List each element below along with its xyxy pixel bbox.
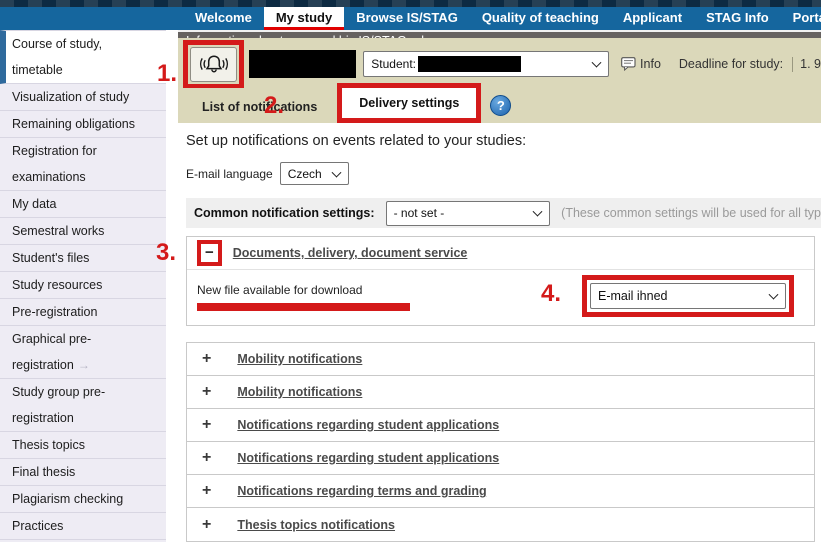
annotation-label-1: 1. xyxy=(157,60,177,88)
nav-item-applicant[interactable]: Applicant xyxy=(611,7,694,30)
info-label: Info xyxy=(640,57,661,71)
sidebar-item-study-group-pre-registration[interactable]: Study group pre-registration xyxy=(0,379,166,432)
chevron-down-icon xyxy=(533,207,543,217)
sidebar: Course of study, timetable Visualization… xyxy=(0,30,178,542)
list-item: + Notifications regarding student applic… xyxy=(187,409,814,442)
sidebar-item-registration-examinations[interactable]: Registration for examinations xyxy=(0,138,166,191)
list-item: + Notifications regarding terms and grad… xyxy=(187,475,814,508)
annotation-box-2: Delivery settings xyxy=(337,83,481,123)
expand-button[interactable]: + xyxy=(202,516,211,534)
redacted-student-id xyxy=(418,56,521,72)
section-link-documents[interactable]: Documents, delivery, document service xyxy=(233,246,468,260)
section-header: − Documents, delivery, document service xyxy=(187,237,814,270)
annotation-box-3: − xyxy=(197,240,222,266)
deadline-for-study: Deadline for study: 1. 9 xyxy=(679,57,821,72)
annotation-label-4: 4. xyxy=(541,280,561,308)
email-language-value: Czech xyxy=(288,167,322,181)
collapsed-sections-list: + Mobility notifications + Mobility noti… xyxy=(186,342,815,542)
collapse-button[interactable]: − xyxy=(205,244,214,262)
common-settings-label: Common notification settings: xyxy=(194,206,375,220)
common-settings-bar: Common notification settings: - not set … xyxy=(186,198,821,228)
deadline-value: 1. 9 xyxy=(800,57,821,71)
deadline-label: Deadline for study: xyxy=(679,57,783,71)
sidebar-item-graphical-pre-registration[interactable]: Graphical pre-registration→ xyxy=(0,326,166,379)
help-icon[interactable]: ? xyxy=(490,95,511,116)
sidebar-item-pre-registration[interactable]: Pre-registration xyxy=(0,299,166,326)
expand-button[interactable]: + xyxy=(202,449,211,467)
divider xyxy=(792,57,793,72)
speech-bubble-icon xyxy=(621,57,636,71)
expand-button[interactable]: + xyxy=(202,350,211,368)
section-link-mobility-2[interactable]: Mobility notifications xyxy=(237,385,362,399)
student-role-select[interactable]: Student: xyxy=(363,51,609,77)
delivery-settings-panel: Set up notifications on events related t… xyxy=(178,123,821,542)
list-item: + Mobility notifications xyxy=(187,376,814,409)
expand-button[interactable]: + xyxy=(202,416,211,434)
sidebar-item-students-files[interactable]: Student's files xyxy=(0,245,166,272)
common-settings-value: - not set - xyxy=(394,206,445,220)
section-documents-delivery: − Documents, delivery, document service … xyxy=(186,236,815,326)
sidebar-item-visualization[interactable]: Visualization of study xyxy=(0,84,166,111)
annotation-underline xyxy=(197,303,410,311)
email-language-row: E-mail language Czech xyxy=(186,162,821,185)
annotation-label-3: 3. xyxy=(156,239,176,267)
tab-delivery-settings[interactable]: Delivery settings xyxy=(342,88,476,118)
chevron-down-icon xyxy=(769,290,779,300)
email-language-select[interactable]: Czech xyxy=(280,162,349,185)
sidebar-item-thesis-topics[interactable]: Thesis topics xyxy=(0,432,166,459)
expand-button[interactable]: + xyxy=(202,482,211,500)
email-language-label: E-mail language xyxy=(186,167,273,181)
sidebar-item-course-of-study[interactable]: Course of study, timetable xyxy=(0,30,166,84)
nav-item-quality-of-teaching[interactable]: Quality of teaching xyxy=(470,7,611,30)
sidebar-item-my-data[interactable]: My data xyxy=(0,191,166,218)
sidebar-item-study-resources[interactable]: Study resources xyxy=(0,272,166,299)
notification-setting-row: New file available for download E-mail i… xyxy=(187,270,814,325)
top-nav: Welcome My study Browse IS/STAG Quality … xyxy=(0,7,821,30)
student-select-label: Student: xyxy=(371,57,416,71)
section-link-student-applications-2[interactable]: Notifications regarding student applicat… xyxy=(237,451,499,465)
notifications-bell-button[interactable] xyxy=(190,47,237,82)
panel-intro-text: Set up notifications on events related t… xyxy=(186,133,821,149)
bell-icon xyxy=(198,51,230,77)
setting-label-new-file: New file available for download xyxy=(197,283,362,297)
portal-page: Welcome My study Browse IS/STAG Quality … xyxy=(0,0,821,542)
annotation-box-1 xyxy=(183,40,244,89)
delivery-method-select[interactable]: E-mail ihned xyxy=(590,283,786,309)
delivery-method-value: E-mail ihned xyxy=(598,289,667,303)
annotation-box-4: E-mail ihned xyxy=(582,275,794,317)
nav-item-my-study[interactable]: My study xyxy=(264,7,344,30)
nav-item-portal-up[interactable]: Portal UP xyxy=(781,7,821,30)
sidebar-item-practices[interactable]: Practices xyxy=(0,513,166,540)
user-controls-row: Student: Info Deadli xyxy=(178,38,821,88)
sidebar-item-plagiarism-checking[interactable]: Plagiarism checking xyxy=(0,486,166,513)
list-item: + Notifications regarding student applic… xyxy=(187,442,814,475)
external-link-icon: → xyxy=(78,358,90,372)
common-settings-note: (These common settings will be used for … xyxy=(561,206,821,220)
common-settings-select[interactable]: - not set - xyxy=(386,201,551,226)
window-top-strip xyxy=(0,0,821,7)
section-link-thesis-topics[interactable]: Thesis topics notifications xyxy=(237,518,395,532)
expand-button[interactable]: + xyxy=(202,383,211,401)
section-link-mobility-1[interactable]: Mobility notifications xyxy=(237,352,362,366)
section-link-terms-grading[interactable]: Notifications regarding terms and gradin… xyxy=(237,484,486,498)
sidebar-item-remaining-obligations[interactable]: Remaining obligations xyxy=(0,111,166,138)
nav-item-stag-info[interactable]: STAG Info xyxy=(694,7,781,30)
list-item: + Mobility notifications xyxy=(187,343,814,376)
chevron-down-icon xyxy=(331,167,341,177)
nav-item-welcome[interactable]: Welcome xyxy=(183,7,264,30)
annotation-label-2: 2. xyxy=(264,92,284,120)
sidebar-item-final-thesis[interactable]: Final thesis xyxy=(0,459,166,486)
section-link-student-applications-1[interactable]: Notifications regarding student applicat… xyxy=(237,418,499,432)
tab-list-of-notifications[interactable]: List of notifications xyxy=(188,91,331,123)
list-item: + Thesis topics notifications xyxy=(187,508,814,541)
sidebar-item-semestral-works[interactable]: Semestral works xyxy=(0,218,166,245)
redacted-username xyxy=(249,50,356,78)
chevron-down-icon xyxy=(592,58,602,68)
nav-item-browse-isstag[interactable]: Browse IS/STAG xyxy=(344,7,470,30)
info-link[interactable]: Info xyxy=(621,57,661,71)
